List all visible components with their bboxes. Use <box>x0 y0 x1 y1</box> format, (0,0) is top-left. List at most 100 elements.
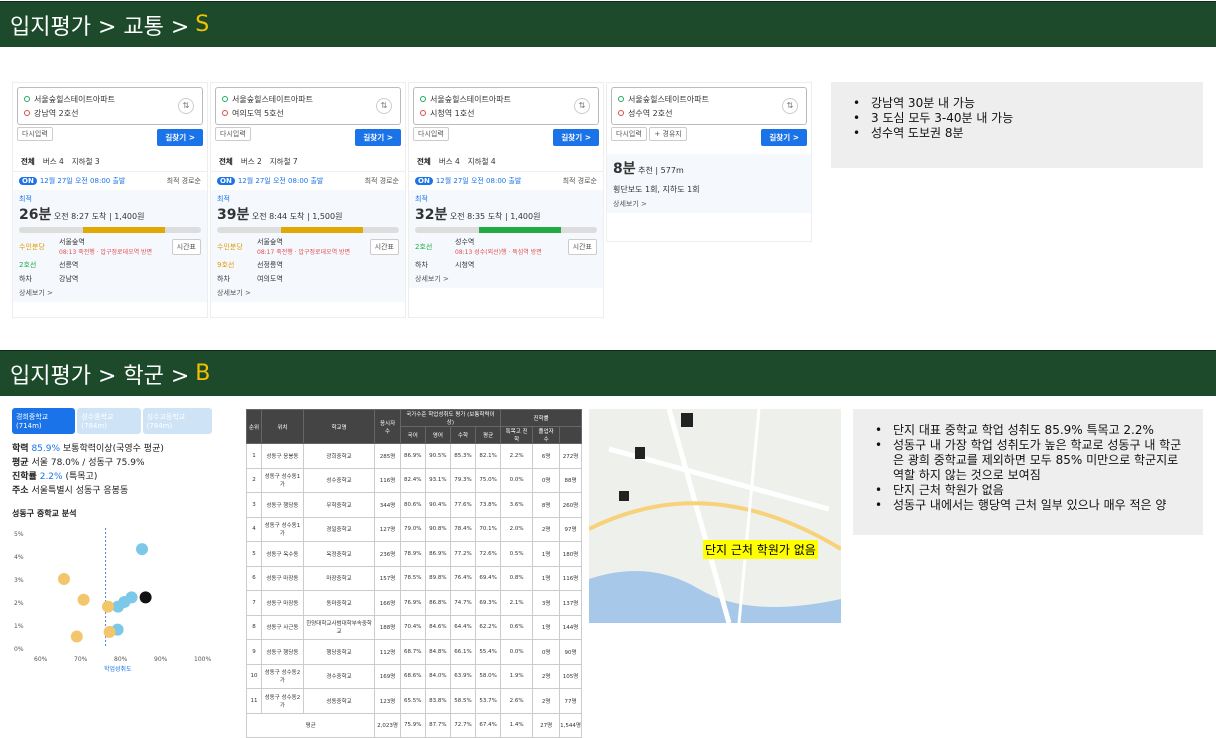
swap-icon[interactable]: ⇅ <box>574 98 590 114</box>
scatter-point <box>58 573 70 585</box>
route-tab[interactable]: 지하철 3 <box>72 156 100 167</box>
sort-select[interactable]: 최적 경로순 <box>563 176 597 186</box>
departure-time[interactable]: ON 12월 27일 오전 08:00 출발 <box>415 176 521 186</box>
table-cell: 76.9% <box>399 590 426 616</box>
route-result[interactable]: 최적 39분 오전 8:44 도착 | 1,500원 수인분당 서울숲역 08:17… <box>211 190 405 302</box>
route-tab[interactable]: 버스 4 <box>439 156 460 167</box>
chart-title: 성동구 중학교 분석 <box>12 509 77 518</box>
route-tab[interactable]: 전체 <box>21 156 35 167</box>
walk-result[interactable]: 8분 추천 | 577m 횡단보도 1회, 지하도 1회 상세보기 > <box>607 154 811 213</box>
school-tab[interactable]: 경희중학교(714m) <box>12 408 76 434</box>
destination-field[interactable]: 여의도역 5호선 <box>232 108 284 119</box>
y-tick: 2% <box>14 600 24 607</box>
route-step: 9호선 선정릉역 <box>217 261 283 269</box>
destination-icon <box>618 110 624 116</box>
reenter-button[interactable]: 다시입력 <box>413 127 449 141</box>
route-panel: 서울숲힐스테이트아파트 성수역 2호선 ⇅ 다시입력 + 경유지 길찾기 > 8분… <box>606 82 812 242</box>
detail-link[interactable]: 상세보기 > <box>19 288 201 298</box>
scatter-chart: 0% 1% 2% 3% 4% 5% 60% 70% 80% 90% 100% 학업성취도 <box>14 528 211 673</box>
col-header: 평균 <box>475 426 502 444</box>
find-route-button[interactable]: 길찾기 > <box>157 129 203 146</box>
origin-icon <box>222 96 228 102</box>
route-input[interactable]: 서울숲힐스테이트아파트 성수역 2호선 ⇅ <box>611 87 807 125</box>
detail-link[interactable]: 상세보기 > <box>613 199 805 209</box>
table-cell: 8명 <box>532 492 561 518</box>
origin-field[interactable]: 서울숲힐스테이트아파트 <box>430 94 511 105</box>
destination-field[interactable]: 강남역 2호선 <box>34 108 78 119</box>
timetable-button[interactable]: 시간표 <box>171 238 201 255</box>
school-tab[interactable]: 성수고등학교(784m) <box>142 408 212 434</box>
table-cell: 86.9% <box>399 443 426 469</box>
route-tab[interactable]: 버스 4 <box>43 156 64 167</box>
route-input[interactable]: 서울숲힐스테이트아파트 여의도역 5호선 ⇅ <box>215 87 401 125</box>
table-cell: 4 <box>245 516 263 542</box>
x-tick: 60% <box>34 656 48 663</box>
table-cell: 69.3% <box>475 590 502 616</box>
school-tab[interactable]: 성수중학교(784m) <box>77 408 141 434</box>
route-tab[interactable]: 전체 <box>417 156 431 167</box>
reenter-button[interactable]: 다시입력 <box>215 127 251 141</box>
find-route-button[interactable]: 길찾기 > <box>761 129 807 146</box>
table-cell: 0명 <box>532 467 561 493</box>
find-route-button[interactable]: 길찾기 > <box>355 129 401 146</box>
sort-select[interactable]: 최적 경로순 <box>365 176 399 186</box>
origin-field[interactable]: 서울숲힐스테이트아파트 <box>628 94 709 105</box>
table-cell: 82.4% <box>399 467 426 493</box>
table-cell: 0.0% <box>500 639 534 665</box>
reenter-button[interactable]: 다시입력 <box>611 127 647 141</box>
table-cell: 76.4% <box>449 565 477 591</box>
table-cell: 2명 <box>532 688 561 714</box>
timetable-button[interactable]: 시간표 <box>567 238 597 255</box>
origin-field[interactable]: 서울숲힐스테이트아파트 <box>34 94 115 105</box>
detail-link[interactable]: 상세보기 > <box>415 274 597 284</box>
col-header: 특목고 진학 <box>500 426 534 444</box>
table-cell: 75.0% <box>475 467 502 493</box>
route-result[interactable]: 최적 26분 오전 8:27 도착 | 1,400원 수인분당 서울숲역 08:13… <box>13 190 207 302</box>
waypoint-button[interactable]: + 경유지 <box>649 127 687 141</box>
departure-time[interactable]: ON 12월 27일 오전 08:00 출발 <box>19 176 125 186</box>
route-result[interactable]: 최적 32분 오전 8:35 도착 | 1,400원 2호선 성수역 08:13 성… <box>409 190 603 288</box>
table-cell: 55.4% <box>475 639 502 665</box>
origin-field[interactable]: 서울숲힐스테이트아파트 <box>232 94 313 105</box>
route-tab[interactable]: 지하철 4 <box>468 156 496 167</box>
find-route-button[interactable]: 길찾기 > <box>553 129 599 146</box>
section-banner-school: 입지평가 > 학군 > B <box>0 350 1216 396</box>
stat-transfer: 진학률 2.2% (특목고) <box>12 472 98 482</box>
map-roads <box>589 409 841 623</box>
reenter-button[interactable]: 다시입력 <box>17 127 53 141</box>
route-input[interactable]: 서울숲힐스테이트아파트 시청역 1호선 ⇅ <box>413 87 599 125</box>
destination-field[interactable]: 시청역 1호선 <box>430 108 474 119</box>
route-panel: 서울숲힐스테이트아파트 여의도역 5호선 ⇅ 다시입력 길찾기 > 전체 버스 2 지… <box>210 82 406 318</box>
sort-select[interactable]: 최적 경로순 <box>167 176 201 186</box>
swap-icon[interactable]: ⇅ <box>178 98 194 114</box>
swap-icon[interactable]: ⇅ <box>376 98 392 114</box>
table-cell: 285명 <box>374 443 401 469</box>
table-row: 1 성동구 응봉동 광희중학교 285명 86.9% 90.5% 85.3% 82.1% 2.2… <box>245 443 582 469</box>
table-cell: 77.6% <box>449 492 477 518</box>
table-cell: 78.4% <box>449 516 477 542</box>
detail-link[interactable]: 상세보기 > <box>217 288 399 298</box>
table-cell: 69.4% <box>475 565 502 591</box>
table-row: 3 성동구 행당동 무학중학교 344명 80.6% 90.4% 77.6% 73.8% 3.6… <box>245 492 582 518</box>
route-panel: 서울숲힐스테이트아파트 강남역 2호선 ⇅ 다시입력 길찾기 > 전체 버스 4 지하… <box>12 82 208 318</box>
table-cell: 성동구 성수동1가 <box>261 467 304 493</box>
map-view[interactable]: 단지 근처 학원가 없음 <box>589 409 841 623</box>
route-step: 수인분당 서울숲역 08:13 죽전행 · 압구정로데오역 방면 시간표 <box>19 237 201 256</box>
note-item: 강남역 30분 내 가능 <box>853 96 1191 111</box>
table-cell: 84.0% <box>424 663 451 689</box>
note-item: 단지 근처 학원가 없음 <box>875 483 1191 498</box>
table-cell: 68.7% <box>399 639 426 665</box>
table-cell: 63.9% <box>449 663 477 689</box>
destination-field[interactable]: 성수역 2호선 <box>628 108 672 119</box>
table-cell: 137명 <box>559 590 582 616</box>
route-tab[interactable]: 전체 <box>219 156 233 167</box>
route-tab[interactable]: 버스 2 <box>241 156 262 167</box>
table-cell: 성동구 사근동 <box>261 614 304 640</box>
departure-time[interactable]: ON 12월 27일 오전 08:00 출발 <box>217 176 323 186</box>
timetable-button[interactable]: 시간표 <box>369 238 399 255</box>
table-cell: 1.9% <box>500 663 534 689</box>
route-tab[interactable]: 지하철 7 <box>270 156 298 167</box>
note-item: 성동구 내에서는 행당역 근처 일부 있으나 매우 적은 양 <box>875 498 1191 513</box>
route-input[interactable]: 서울숲힐스테이트아파트 강남역 2호선 ⇅ <box>17 87 203 125</box>
swap-icon[interactable]: ⇅ <box>782 98 798 114</box>
